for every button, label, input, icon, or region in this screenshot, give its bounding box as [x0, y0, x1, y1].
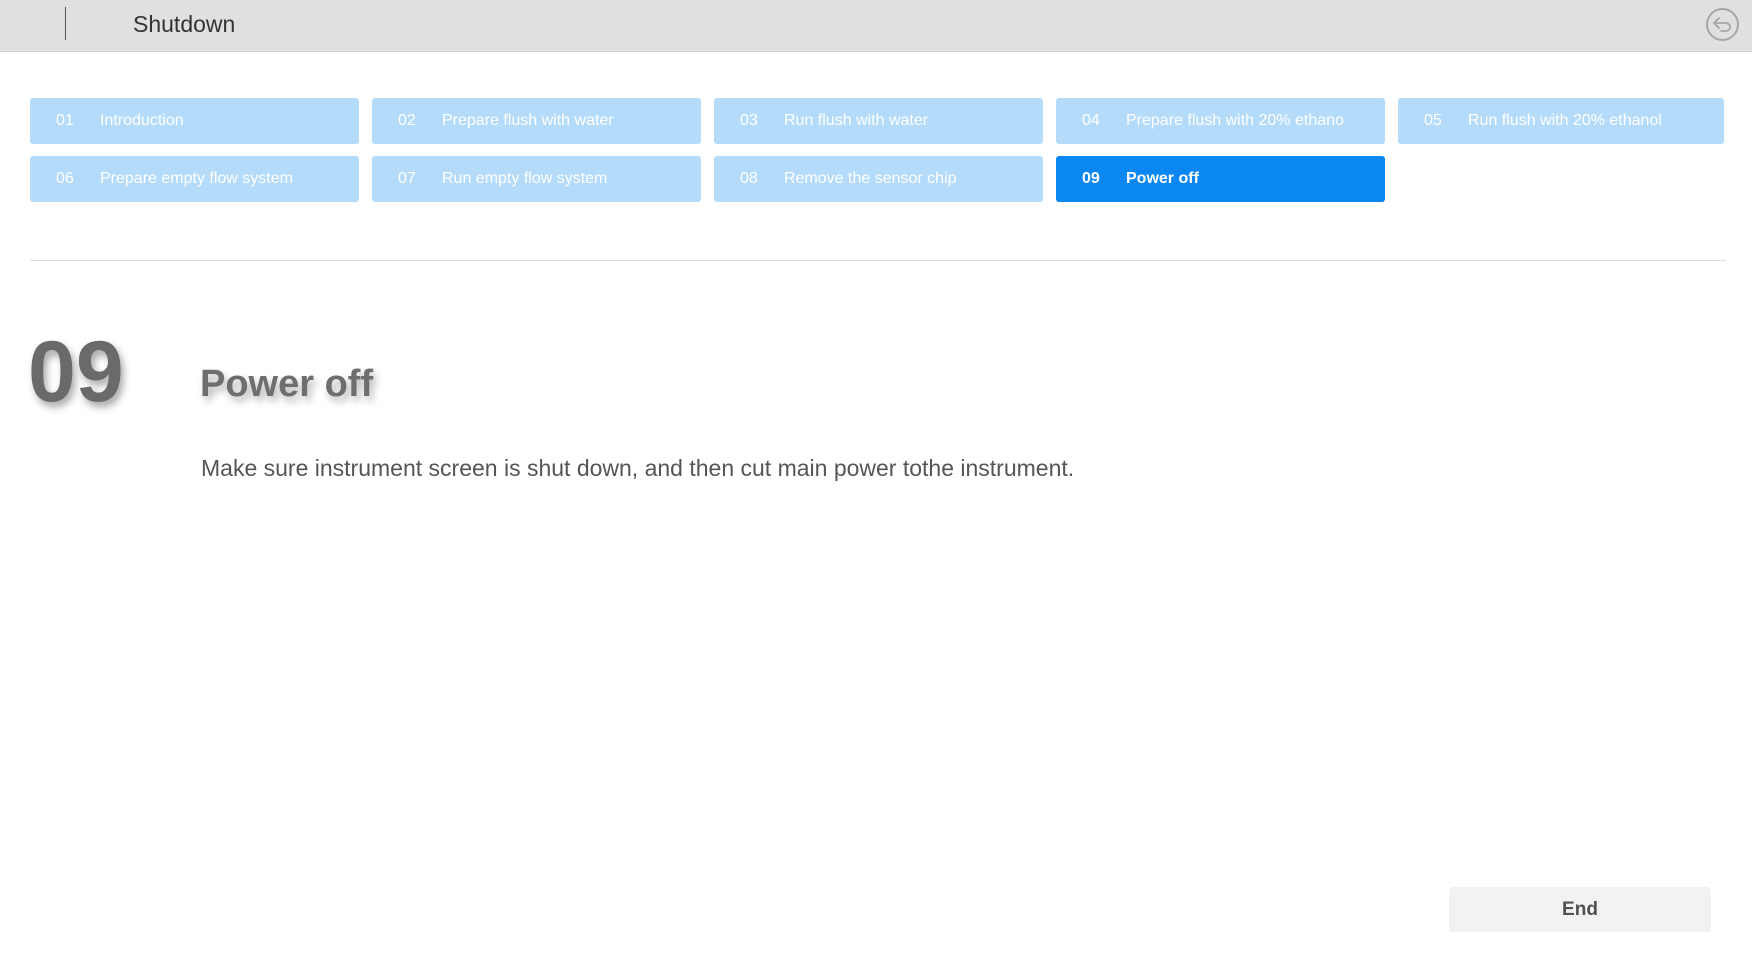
step-tab-03[interactable]: 03 Run flush with water	[714, 98, 1043, 144]
step-number: 02	[398, 112, 416, 129]
section-divider	[30, 260, 1726, 261]
step-tab-07[interactable]: 07 Run empty flow system	[372, 156, 701, 202]
step-tab-02[interactable]: 02 Prepare flush with water	[372, 98, 701, 144]
step-tab-01[interactable]: 01 Introduction	[30, 98, 359, 144]
step-number: 08	[740, 170, 758, 187]
step-label: Prepare flush with 20% ethano	[1126, 112, 1344, 129]
step-number: 04	[1082, 112, 1100, 129]
step-label: Remove the sensor chip	[784, 170, 957, 187]
current-step-number: 09	[28, 324, 124, 420]
step-number: 03	[740, 112, 758, 129]
step-number: 05	[1424, 112, 1442, 129]
title-divider	[65, 7, 66, 40]
step-tab-04[interactable]: 04 Prepare flush with 20% ethano	[1056, 98, 1385, 144]
current-step-description: Make sure instrument screen is shut down…	[201, 455, 1075, 481]
step-label: Prepare empty flow system	[100, 170, 293, 187]
step-number: 07	[398, 170, 416, 187]
step-number: 09	[1082, 170, 1100, 187]
step-label: Run flush with 20% ethanol	[1468, 112, 1662, 129]
page-title: Shutdown	[133, 11, 236, 37]
step-tab-05[interactable]: 05 Run flush with 20% ethanol	[1398, 98, 1724, 144]
step-label: Introduction	[100, 112, 184, 129]
step-tab-08[interactable]: 08 Remove the sensor chip	[714, 156, 1043, 202]
end-button[interactable]: End	[1449, 887, 1711, 932]
title-bar: Shutdown	[0, 0, 1752, 52]
step-label: Power off	[1126, 170, 1199, 187]
step-label: Prepare flush with water	[442, 112, 614, 129]
step-tab-06[interactable]: 06 Prepare empty flow system	[30, 156, 359, 202]
step-number: 06	[56, 170, 74, 187]
step-label: Run flush with water	[784, 112, 929, 129]
back-button[interactable]	[1706, 8, 1739, 41]
step-label: Run empty flow system	[442, 170, 608, 187]
step-number: 01	[56, 112, 74, 129]
step-tab-09[interactable]: 09 Power off	[1056, 156, 1385, 202]
back-arrow-icon	[1713, 17, 1731, 32]
current-step-title: Power off	[200, 363, 374, 405]
